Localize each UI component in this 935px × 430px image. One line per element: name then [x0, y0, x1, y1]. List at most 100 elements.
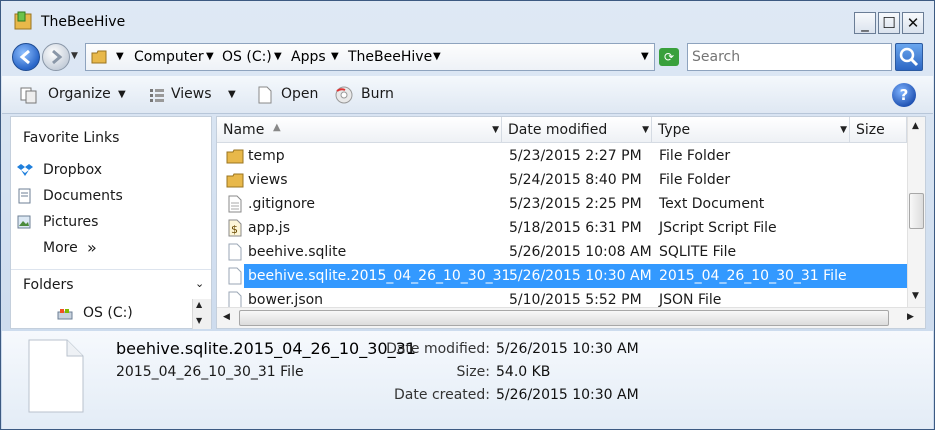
scroll-up-icon[interactable]: ▲ [196, 300, 202, 309]
nav-link-more[interactable]: More [43, 240, 78, 256]
file-row[interactable]: beehive.sqlite 5/26/2015 10:08 AM SQLITE F… [217, 240, 907, 264]
forward-arrow-icon [52, 49, 63, 65]
vertical-scrollbar[interactable]: ▲ ▼ [907, 117, 925, 307]
help-button[interactable]: ? [892, 83, 916, 107]
organize-button[interactable]: Organize [48, 86, 111, 102]
file-date-modified: 5/26/2015 10:30 AM [509, 268, 652, 284]
file-row[interactable]: beehive.sqlite.2015_04_26_10_30_31 5/26/2… [228, 264, 907, 288]
address-bar[interactable]: ▼ Computer ▼ OS (C:) ▼ Apps ▼ TheBeeHive… [85, 43, 655, 71]
scroll-down-icon[interactable]: ▼ [196, 316, 202, 325]
folder-app-icon [14, 11, 32, 30]
chevron-down-icon[interactable]: ▼ [206, 51, 214, 62]
minimize-button[interactable]: _ [854, 12, 876, 34]
column-header-date[interactable]: Date modified ▼ [502, 117, 652, 143]
file-row[interactable]: views 5/24/2015 8:40 PM File Folder [217, 168, 907, 192]
file-type: 2015_04_26_10_30_31 File [659, 268, 847, 284]
organize-dropdown-icon[interactable]: ▼ [118, 89, 126, 100]
navigation-pane: Favorite Links Dropbox Documents Picture… [10, 116, 212, 329]
chevron-down-icon[interactable]: ▼ [642, 125, 649, 135]
date-modified-label: Date modified: [386, 341, 490, 357]
file-type: JScript Script File [659, 220, 777, 236]
column-header-size[interactable]: Size [850, 117, 907, 143]
scroll-left-icon[interactable]: ◀ [223, 312, 230, 322]
file-date-modified: 5/10/2015 5:52 PM [509, 292, 642, 308]
title-bar[interactable]: TheBeeHive _ ☐ ✕ [1, 1, 934, 39]
history-dropdown-icon[interactable]: ▼ [71, 51, 81, 61]
burn-button[interactable]: Burn [361, 86, 394, 102]
date-created-value: 5/26/2015 10:30 AM [496, 387, 639, 403]
file-type: Text Document [659, 196, 765, 212]
size-label: Size: [456, 364, 490, 380]
folder-icon [226, 149, 244, 164]
file-row[interactable]: .gitignore 5/23/2015 2:25 PM Text Document [217, 192, 907, 216]
chevron-down-icon[interactable]: ▼ [116, 51, 124, 62]
breadcrumb-os-c[interactable]: OS (C:) [222, 49, 272, 65]
file-name: views [248, 172, 288, 188]
open-icon [258, 86, 272, 104]
scroll-thumb[interactable] [239, 310, 889, 326]
details-file-type: 2015_04_26_10_30_31 File [116, 364, 304, 380]
tree-item-os-c[interactable]: OS (C:) [83, 305, 133, 321]
svg-text:$: $ [231, 223, 238, 236]
file-name: bower.json [248, 292, 324, 308]
file-name: .gitignore [248, 196, 315, 212]
open-button[interactable]: Open [281, 86, 318, 102]
nav-link-documents[interactable]: Documents [43, 188, 123, 204]
file-row[interactable]: $ app.js 5/18/2015 6:31 PM JScript Script F… [217, 216, 907, 240]
chevron-down-icon[interactable]: ▼ [274, 51, 282, 62]
burn-disc-icon [335, 86, 353, 104]
scroll-right-icon[interactable]: ▶ [907, 312, 914, 322]
column-header-type[interactable]: Type ▼ [652, 117, 850, 143]
chevron-down-icon[interactable]: ▼ [840, 125, 847, 135]
column-label: Name [223, 122, 265, 138]
size-value: 54.0 KB [496, 364, 551, 380]
more-chevron-icon[interactable]: » [87, 238, 97, 257]
window-title: TheBeeHive [41, 14, 126, 30]
command-toolbar: Organize ▼ Views ▼ Open Burn ? [2, 76, 933, 114]
address-row: ▼ ▼ Computer ▼ OS (C:) ▼ Apps ▼ TheBeeHi… [9, 41, 926, 73]
folder-icon [226, 173, 244, 188]
file-name: beehive.sqlite [248, 244, 347, 260]
file-preview-icon [28, 339, 84, 413]
folders-heading[interactable]: Folders [23, 277, 74, 293]
breadcrumb-thebeehive[interactable]: TheBeeHive [348, 49, 432, 65]
breadcrumb-apps[interactable]: Apps [291, 49, 326, 65]
search-input[interactable] [687, 43, 892, 71]
sort-ascending-icon: ▲ [273, 122, 281, 133]
text-file-icon [228, 195, 242, 213]
search-button[interactable] [895, 43, 923, 71]
drive-icon [57, 309, 73, 320]
scroll-thumb[interactable] [909, 193, 924, 229]
chevron-down-icon[interactable]: ⌄ [195, 277, 204, 290]
file-date-modified: 5/24/2015 8:40 PM [509, 172, 642, 188]
scroll-down-icon[interactable]: ▼ [912, 291, 919, 301]
breadcrumb-computer[interactable]: Computer [134, 49, 204, 65]
file-icon [228, 267, 242, 285]
file-row[interactable]: temp 5/23/2015 2:27 PM File Folder [217, 144, 907, 168]
file-date-modified: 5/18/2015 6:31 PM [509, 220, 642, 236]
address-dropdown-icon[interactable]: ▼ [641, 51, 649, 62]
chevron-down-icon[interactable]: ▼ [433, 51, 441, 62]
nav-scrollbar[interactable]: ▲ ▼ [192, 299, 211, 329]
column-label: Date modified [508, 122, 608, 138]
file-type: JSON File [659, 292, 722, 308]
scroll-up-icon[interactable]: ▲ [912, 121, 919, 131]
refresh-button[interactable]: ⟳ [659, 48, 679, 66]
file-date-modified: 5/23/2015 2:27 PM [509, 148, 642, 164]
views-dropdown-icon[interactable]: ▼ [228, 89, 236, 100]
chevron-down-icon[interactable]: ▼ [331, 51, 339, 62]
maximize-button[interactable]: ☐ [878, 12, 900, 34]
divider [11, 269, 211, 270]
nav-link-pictures[interactable]: Pictures [43, 214, 98, 230]
file-name: beehive.sqlite.2015_04_26_10_30_31 [248, 268, 511, 284]
nav-link-dropbox[interactable]: Dropbox [43, 162, 102, 178]
back-button[interactable] [12, 43, 40, 71]
chevron-down-icon[interactable]: ▼ [492, 125, 499, 135]
views-button[interactable]: Views [171, 86, 212, 102]
forward-button[interactable] [42, 43, 70, 71]
column-header-name[interactable]: Name ▲ ▼ [217, 117, 502, 143]
close-button[interactable]: ✕ [902, 12, 924, 34]
horizontal-scrollbar[interactable]: ◀ ▶ [217, 307, 925, 328]
pictures-icon [17, 215, 31, 229]
details-file-name: beehive.sqlite.2015_04_26_10_30_31 [116, 339, 416, 358]
